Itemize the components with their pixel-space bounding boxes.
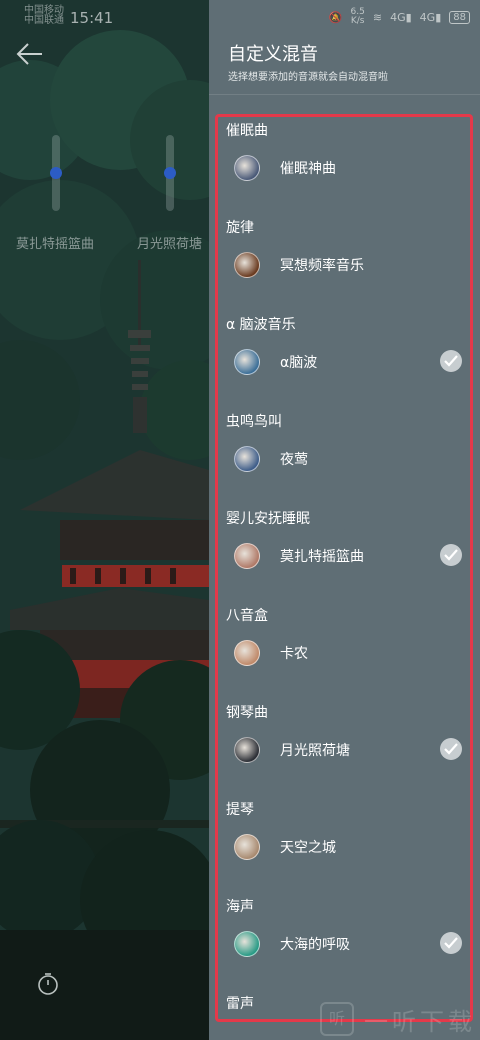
sound-item-label: 催眠神曲 bbox=[280, 161, 336, 177]
signal-1-icon: 4G▮ bbox=[390, 10, 412, 24]
slider-1-knob[interactable] bbox=[50, 167, 62, 179]
category-label: 海声 bbox=[226, 899, 254, 915]
slider-2-label: 月光照荷塘 bbox=[137, 237, 203, 252]
sound-item-label: α脑波 bbox=[280, 355, 318, 371]
slider-1-label: 莫扎特摇篮曲 bbox=[16, 237, 95, 252]
pagoda-illustration bbox=[0, 0, 209, 1040]
category-label: 虫鸣鸟叫 bbox=[226, 414, 282, 430]
sound-item-label: 天空之城 bbox=[280, 840, 336, 856]
category-label: 八音盒 bbox=[226, 608, 268, 624]
drawer-title: 自定义混音 bbox=[228, 44, 318, 65]
sound-thumbnail bbox=[234, 834, 260, 860]
status-bar: 中国移动 中国联通 15:41 🔕 6.5 K/s ≋ 4G▮ 4G▮ 88 bbox=[0, 0, 480, 36]
category-label: 钢琴曲 bbox=[226, 705, 268, 721]
sound-thumbnail bbox=[234, 349, 260, 375]
background-scene bbox=[0, 0, 209, 1040]
checkmark-icon[interactable] bbox=[440, 738, 462, 760]
sound-list: 催眠曲催眠神曲旋律冥想频率音乐 α 脑波音乐 α脑波虫鸣鸟叫夜莺婴儿安抚睡眠莫扎特摇… bbox=[215, 114, 473, 1022]
custom-mix-drawer: 自定义混音 选择想要添加的音源就会自动混音啦 催眠曲催眠神曲旋律冥想频率音乐 α … bbox=[209, 0, 480, 1040]
sound-item[interactable]: 夜莺 bbox=[226, 442, 470, 476]
carrier-info: 中国移动 中国联通 bbox=[24, 6, 64, 26]
wifi-icon: ≋ bbox=[372, 10, 383, 24]
checkmark-icon[interactable] bbox=[440, 544, 462, 566]
sound-item-label: 夜莺 bbox=[280, 452, 308, 468]
sound-item[interactable]: 催眠神曲 bbox=[226, 151, 470, 185]
back-arrow-icon[interactable] bbox=[16, 42, 44, 66]
slider-2-knob[interactable] bbox=[164, 167, 176, 179]
sound-item[interactable]: α脑波 bbox=[226, 345, 470, 379]
speed-unit: K/s bbox=[350, 16, 365, 26]
watermark-text: 一听下载 bbox=[364, 1008, 476, 1036]
category-label: 婴儿安抚睡眠 bbox=[226, 511, 310, 527]
sound-item-label: 莫扎特摇篮曲 bbox=[280, 549, 364, 565]
timer-icon[interactable] bbox=[36, 972, 60, 996]
sound-item[interactable]: 月光照荷塘 bbox=[226, 733, 470, 767]
category-label: α 脑波音乐 bbox=[226, 317, 296, 333]
sound-item[interactable]: 冥想频率音乐 bbox=[226, 248, 470, 282]
drawer-subtitle: 选择想要添加的音源就会自动混音啦 bbox=[228, 72, 388, 83]
checkmark-icon[interactable] bbox=[440, 350, 462, 372]
category-label: 提琴 bbox=[226, 802, 254, 818]
status-icons: 🔕 6.5 K/s ≋ 4G▮ 4G▮ 88 bbox=[329, 8, 470, 26]
sound-item[interactable]: 大海的呼吸 bbox=[226, 927, 470, 961]
sound-thumbnail bbox=[234, 931, 260, 957]
clock: 15:41 bbox=[70, 9, 114, 27]
network-speed: 6.5 K/s bbox=[351, 8, 365, 26]
watermark-logo: 听 bbox=[320, 1002, 354, 1036]
volume-slider-1[interactable] bbox=[50, 135, 62, 211]
sound-thumbnail bbox=[234, 640, 260, 666]
category-label: 雷声 bbox=[226, 996, 254, 1012]
category-label: 催眠曲 bbox=[226, 123, 268, 139]
sound-item-label: 冥想频率音乐 bbox=[280, 258, 364, 274]
sound-item-label: 月光照荷塘 bbox=[280, 743, 350, 759]
sound-item[interactable]: 天空之城 bbox=[226, 830, 470, 864]
sound-item-label: 大海的呼吸 bbox=[280, 937, 350, 953]
category-label: 旋律 bbox=[226, 220, 254, 236]
sound-item[interactable]: 莫扎特摇篮曲 bbox=[226, 539, 470, 573]
watermark: 听 一听下载 bbox=[320, 996, 480, 1040]
mute-icon: 🔕 bbox=[328, 10, 343, 24]
volume-slider-2[interactable] bbox=[164, 135, 176, 211]
drawer-divider bbox=[209, 94, 480, 95]
sound-thumbnail bbox=[234, 252, 260, 278]
sound-thumbnail bbox=[234, 737, 260, 763]
sound-thumbnail bbox=[234, 543, 260, 569]
sound-item-label: 卡农 bbox=[280, 646, 308, 662]
sound-thumbnail bbox=[234, 446, 260, 472]
carrier-2: 中国联通 bbox=[24, 15, 64, 26]
battery-icon: 88 bbox=[449, 10, 470, 24]
sound-item[interactable]: 卡农 bbox=[226, 636, 470, 670]
checkmark-icon[interactable] bbox=[440, 932, 462, 954]
signal-2-icon: 4G▮ bbox=[419, 10, 442, 24]
sound-thumbnail bbox=[234, 155, 260, 181]
